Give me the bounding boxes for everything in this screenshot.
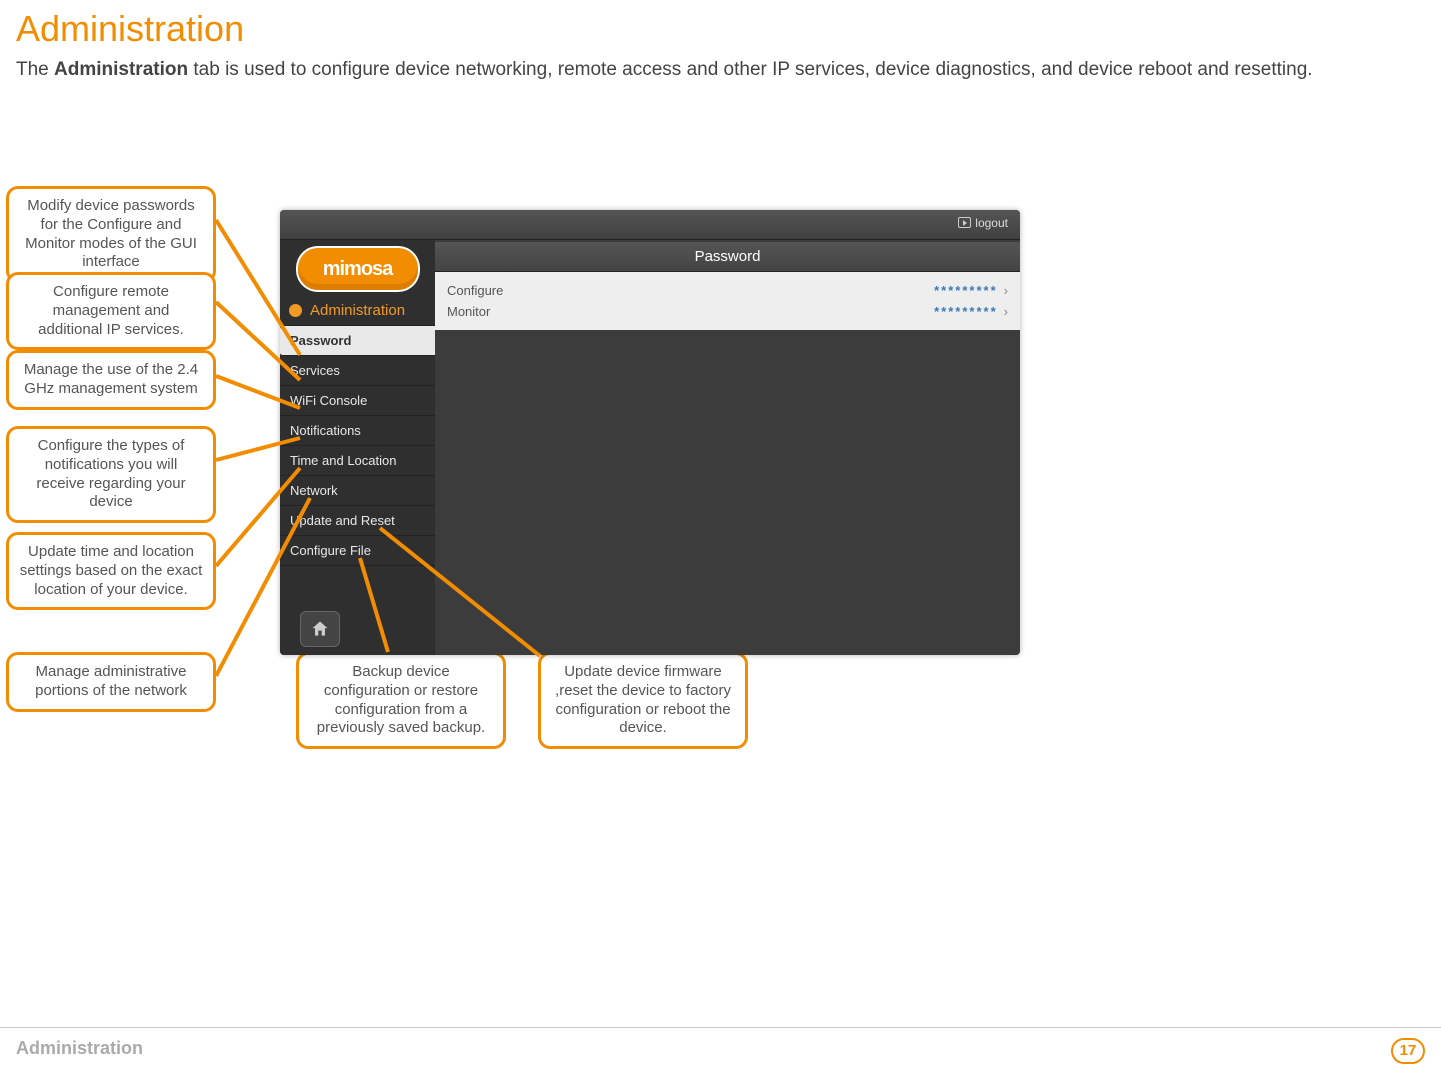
home-icon <box>310 619 330 639</box>
section-title: Administration <box>280 296 435 326</box>
sidebar: mimosa Administration Password Services … <box>280 240 435 655</box>
panel-body: Configure *********› Monitor *********› <box>435 272 1020 330</box>
footer-section-label: Administration <box>16 1038 143 1064</box>
callout-wifi-console: Manage the use of the 2.4 GHz management… <box>6 350 216 410</box>
page-number: 17 <box>1391 1038 1425 1064</box>
callout-password: Modify device passwords for the Configur… <box>6 186 216 283</box>
nav-password[interactable]: Password <box>280 326 435 356</box>
callout-services: Configure remote management and addition… <box>6 272 216 350</box>
home-button[interactable] <box>300 611 340 647</box>
nav-update-reset[interactable]: Update and Reset <box>280 506 435 536</box>
nav-time-location[interactable]: Time and Location <box>280 446 435 476</box>
nav-network[interactable]: Network <box>280 476 435 506</box>
chevron-right-icon: › <box>1004 304 1008 319</box>
callout-network: Manage administrative portions of the ne… <box>6 652 216 712</box>
row-label: Monitor <box>447 304 490 319</box>
main-panel: Password Configure *********› Monitor **… <box>435 240 1020 655</box>
nav-services[interactable]: Services <box>280 356 435 386</box>
row-configure[interactable]: Configure *********› <box>447 280 1008 301</box>
nav-notifications[interactable]: Notifications <box>280 416 435 446</box>
row-monitor[interactable]: Monitor *********› <box>447 301 1008 322</box>
panel-title: Password <box>435 242 1020 272</box>
page-title: Administration <box>0 0 1441 56</box>
callout-update-reset: Update device firmware ,reset the device… <box>538 652 748 749</box>
app-screenshot: logout mimosa Administration Password Se… <box>280 210 1020 655</box>
logout-link[interactable]: logout <box>975 216 1008 230</box>
row-value: *********› <box>934 304 1008 319</box>
titlebar: logout <box>280 210 1020 240</box>
nav-wifi-console[interactable]: WiFi Console <box>280 386 435 416</box>
callout-notifications: Configure the types of notifications you… <box>6 426 216 523</box>
row-value: *********› <box>934 283 1008 298</box>
intro-rest: tab is used to configure device networki… <box>188 59 1312 80</box>
chevron-right-icon: › <box>1004 283 1008 298</box>
diagram-area: Modify device passwords for the Configur… <box>0 180 1020 790</box>
intro-bold: Administration <box>54 59 188 80</box>
brand-logo: mimosa <box>298 248 418 290</box>
intro-prefix: The <box>16 59 54 80</box>
callout-time-location: Update time and location settings based … <box>6 532 216 610</box>
callout-configure-file: Backup device configuration or restore c… <box>296 652 506 749</box>
row-label: Configure <box>447 283 503 298</box>
nav-configure-file[interactable]: Configure File <box>280 536 435 566</box>
logout-icon <box>958 217 971 228</box>
page-footer: Administration 17 <box>0 1027 1441 1064</box>
page-intro: The Administration tab is used to config… <box>0 56 1441 84</box>
